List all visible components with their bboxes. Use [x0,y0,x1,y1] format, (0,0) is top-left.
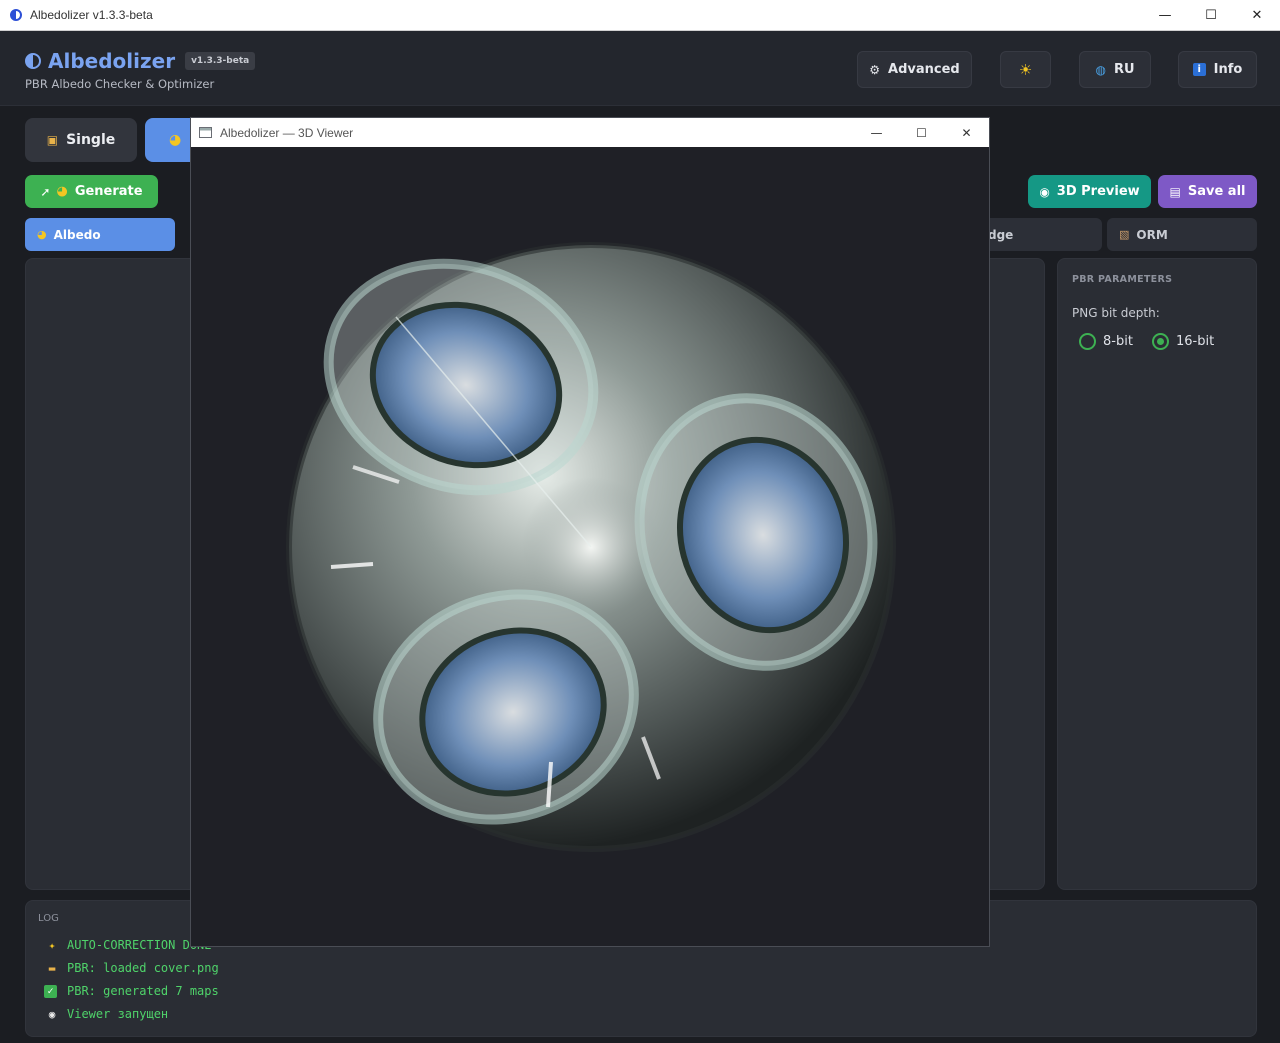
viewer-titlebar: Albedolizer — 3D Viewer — ☐ ✕ [191,118,989,147]
window-icon [199,127,212,138]
mode-single-button[interactable]: ▣ Single [25,118,137,162]
radio-circle [1079,333,1096,350]
viewer-maximize-button[interactable]: ☐ [899,118,944,147]
rocket-icon: ➚ [40,184,51,199]
pbr-parameters-panel: PBR PARAMETERS PNG bit depth: 8-bit 16-b… [1057,258,1257,890]
palette-icon: ◕ [169,132,182,148]
app-header: Albedolizer v1.3.3-beta PBR Albedo Check… [0,31,1280,106]
app-subtitle: PBR Albedo Checker & Optimizer [25,77,215,91]
eye-icon: ◉ [48,1007,56,1021]
log-line: ▬ PBR: loaded cover.png [44,961,219,975]
brand: Albedolizer v1.3.3-beta [25,49,256,73]
version-badge: v1.3.3-beta [185,52,256,70]
info-button[interactable]: i Info [1178,51,1257,88]
tab-orm-label: ORM [1136,227,1168,242]
log-text: Viewer запущен [67,1007,169,1021]
tab-orm[interactable]: ▧ ORM [1107,218,1257,251]
close-button[interactable]: ✕ [1234,0,1280,31]
log-line: ✓ PBR: generated 7 maps [44,984,219,998]
info-label: Info [1213,62,1243,77]
gear-icon: ⚙ [869,62,881,77]
log-text: PBR: loaded cover.png [67,961,219,975]
sun-icon: ☀ [1018,60,1033,79]
radio-circle-selected [1152,333,1169,350]
window-controls: — ☐ ✕ [1142,0,1280,31]
radio-16bit-label: 16-bit [1176,334,1215,349]
3d-preview-button[interactable]: ◉ 3D Preview [1028,175,1151,208]
generate-label: Generate [74,184,143,199]
box-icon: ▧ [1119,228,1130,241]
app-name: Albedolizer [48,49,176,73]
floppy-icon: ▤ [1169,184,1181,199]
tab-edge-label: dge [988,227,1014,242]
log-title: LOG [38,913,59,924]
image-icon: ▣ [46,133,59,147]
radio-8bit[interactable]: 8-bit [1079,333,1133,350]
app-icon [10,9,22,21]
advanced-button[interactable]: ⚙ Advanced [857,51,972,88]
radio-16bit[interactable]: 16-bit [1152,333,1214,350]
language-button[interactable]: ◍ RU [1079,51,1151,88]
window-title: Albedolizer v1.3.3-beta [30,8,153,22]
log-text: PBR: generated 7 maps [67,984,219,998]
viewer-canvas[interactable] [191,147,989,947]
sparkles-icon: ✦ [48,938,56,952]
viewer-minimize-button[interactable]: — [854,118,899,147]
viewer-controls: — ☐ ✕ [854,118,989,147]
language-label: RU [1113,62,1135,77]
globe-icon: ◍ [1095,62,1106,77]
radio-8bit-label: 8-bit [1103,334,1133,349]
check-icon: ✓ [44,984,57,998]
generate-button[interactable]: ➚ ◕ Generate [25,175,158,208]
save-all-button[interactable]: ▤ Save all [1158,175,1257,208]
eye-icon: ◉ [1039,184,1050,199]
maximize-button[interactable]: ☐ [1188,0,1234,31]
advanced-label: Advanced [888,62,960,77]
log-line: ✦ AUTO-CORRECTION DONE [44,938,212,952]
half-moon-icon [25,53,41,69]
folder-icon: ▬ [48,961,56,975]
info-icon: i [1192,63,1206,76]
mode-single-label: Single [66,132,116,148]
window-titlebar: Albedolizer v1.3.3-beta — ☐ ✕ [0,0,1280,31]
theme-toggle-button[interactable]: ☀ [1000,51,1051,88]
palette-icon: ◕ [37,228,47,241]
viewer-title: Albedolizer — 3D Viewer [220,125,354,140]
tab-albedo-label: Albedo [53,227,101,242]
tab-albedo[interactable]: ◕ Albedo [25,218,175,251]
3d-viewer-window[interactable]: Albedolizer — 3D Viewer — ☐ ✕ [190,117,990,947]
3d-preview-label: 3D Preview [1056,184,1140,199]
bit-depth-label: PNG bit depth: [1072,306,1160,320]
viewer-close-button[interactable]: ✕ [944,118,989,147]
save-all-label: Save all [1187,184,1246,199]
log-line: ◉ Viewer запущен [44,1007,168,1021]
palette-icon: ◕ [56,184,68,199]
minimize-button[interactable]: — [1142,0,1188,31]
params-section-title: PBR PARAMETERS [1072,274,1173,285]
sphere-render[interactable] [191,147,989,947]
